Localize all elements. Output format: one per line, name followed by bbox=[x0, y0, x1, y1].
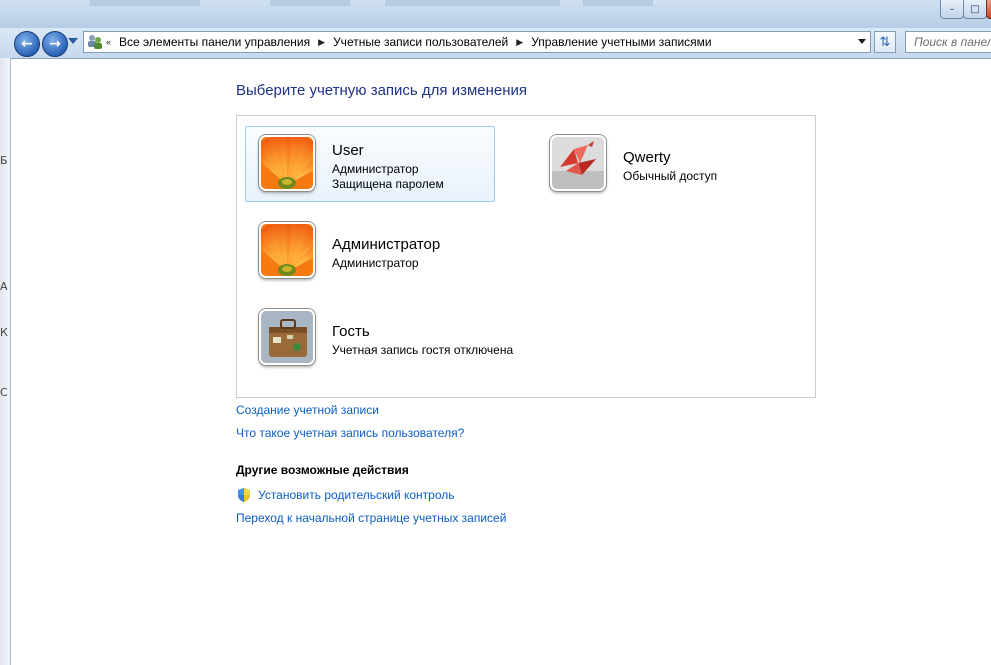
account-tile-guest[interactable]: Гость Учетная запись гостя отключена bbox=[245, 300, 513, 376]
maximize-button[interactable]: □ bbox=[963, 0, 987, 19]
account-tile-administrator[interactable]: Администратор Администратор bbox=[245, 213, 495, 289]
account-status: Учетная запись гостя отключена bbox=[332, 343, 514, 357]
breadcrumb-item-manage-accounts[interactable]: Управление учетными записями bbox=[531, 35, 711, 49]
account-picture bbox=[550, 135, 606, 191]
breadcrumb-item-user-accounts[interactable]: Учетные записи пользователей bbox=[333, 35, 508, 49]
forward-arrow-icon: → bbox=[49, 36, 61, 52]
maximize-icon: □ bbox=[970, 3, 980, 15]
account-tile-qwerty[interactable]: Qwerty Обычный доступ bbox=[536, 126, 786, 202]
uac-shield-icon bbox=[238, 488, 250, 502]
breadcrumb: « Все элементы панели управления ▶ Учетн… bbox=[106, 32, 712, 52]
account-name: Qwerty bbox=[623, 149, 671, 166]
account-status: Защищена паролем bbox=[332, 177, 444, 191]
address-bar[interactable]: « Все элементы панели управления ▶ Учетн… bbox=[83, 31, 871, 53]
account-type: Администратор bbox=[332, 256, 419, 270]
accounts-panel: User Администратор Защищена паролем Qwer… bbox=[236, 115, 816, 398]
search-input[interactable]: Поиск в панели bbox=[905, 31, 991, 53]
account-type: Администратор bbox=[332, 162, 419, 176]
refresh-button[interactable]: ⇅ bbox=[874, 31, 896, 53]
breadcrumb-separator-icon[interactable]: ▶ bbox=[516, 37, 523, 48]
overflow-chevrons-icon[interactable]: « bbox=[106, 37, 111, 47]
page-title: Выберите учетную запись для изменения bbox=[236, 82, 528, 99]
minimize-icon: – bbox=[949, 3, 955, 15]
user-accounts-icon bbox=[88, 35, 102, 49]
account-name: Гость bbox=[332, 323, 370, 340]
back-arrow-icon: ← bbox=[21, 36, 33, 52]
chevron-down-icon[interactable] bbox=[858, 39, 866, 44]
navigation-bar: ← → « Все элементы панели управления ▶ У… bbox=[0, 28, 991, 59]
background-window-edge: Б А К С bbox=[0, 58, 11, 665]
account-type: Обычный доступ bbox=[623, 169, 718, 183]
what-is-account-link[interactable]: Что такое учетная запись пользователя? bbox=[236, 426, 464, 440]
minimize-button[interactable]: – bbox=[940, 0, 964, 19]
parental-control-link[interactable]: Установить родительский контроль bbox=[258, 488, 455, 502]
account-name: User bbox=[332, 142, 364, 159]
breadcrumb-item-control-panel[interactable]: Все элементы панели управления bbox=[119, 35, 310, 49]
refresh-icon: ⇅ bbox=[879, 34, 891, 50]
breadcrumb-separator-icon[interactable]: ▶ bbox=[318, 37, 325, 48]
account-picture bbox=[259, 309, 315, 365]
account-picture bbox=[259, 222, 315, 278]
account-picture bbox=[259, 135, 315, 191]
title-bar: – □ bbox=[0, 0, 991, 28]
create-account-link[interactable]: Создание учетной записи bbox=[236, 403, 379, 417]
forward-button[interactable]: → bbox=[42, 31, 68, 57]
other-actions-heading: Другие возможные действия bbox=[236, 463, 409, 477]
history-dropdown-icon[interactable] bbox=[68, 38, 78, 44]
accounts-home-link[interactable]: Переход к начальной странице учетных зап… bbox=[236, 511, 506, 525]
account-name: Администратор bbox=[332, 236, 441, 253]
back-button[interactable]: ← bbox=[14, 31, 40, 57]
close-button[interactable] bbox=[986, 0, 991, 19]
account-tile-user[interactable]: User Администратор Защищена паролем bbox=[245, 126, 495, 202]
